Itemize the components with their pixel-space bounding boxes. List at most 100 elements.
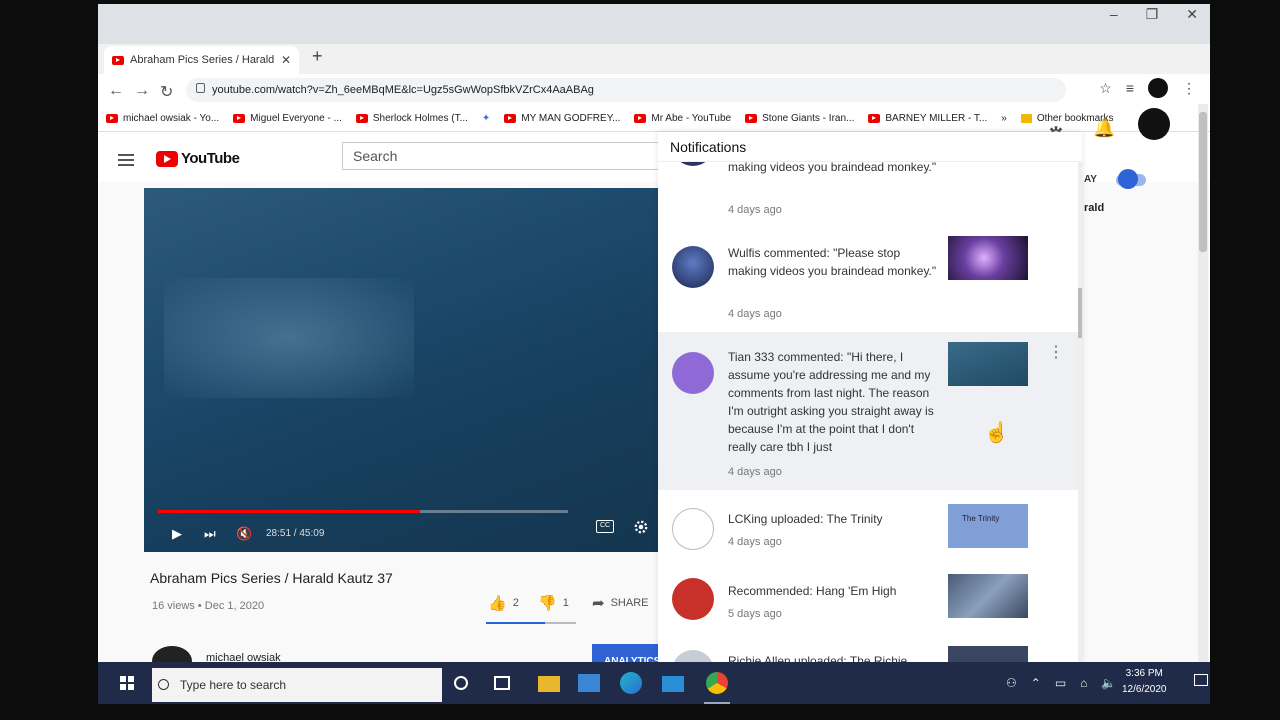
video-player[interactable]	[144, 188, 664, 552]
taskbar-clock[interactable]: 3:36 PM 12/6/2020	[1122, 666, 1167, 698]
action-center-icon[interactable]	[1194, 674, 1208, 686]
chrome-taskbar-icon[interactable]	[706, 672, 728, 694]
tab-strip	[98, 4, 1210, 44]
profile-avatar[interactable]	[1148, 78, 1168, 98]
thumbs-down-icon: 👎	[538, 595, 557, 612]
network-icon[interactable]: ⌂	[1080, 676, 1087, 690]
mail-icon[interactable]	[662, 676, 684, 692]
battery-icon[interactable]: ▭	[1055, 676, 1066, 690]
youtube-favicon-icon	[504, 114, 517, 123]
window-controls: – ❐ ✕	[1110, 6, 1198, 23]
address-bar[interactable]: youtube.com/watch?v=Zh_6eeMBqME&lc=Ugz5s…	[186, 78, 1066, 102]
notification-time: 5 days ago	[728, 608, 782, 620]
minimize-icon[interactable]: –	[1110, 6, 1118, 23]
page-scroll-thumb[interactable]	[1199, 112, 1207, 252]
notification-thumbnail	[948, 574, 1028, 618]
notification-item[interactable]: Wulfis commented: "Please stop making vi…	[658, 232, 1082, 332]
notification-item[interactable]: Richie Allen uploaded: The Richie	[658, 646, 1082, 662]
volume-icon[interactable]: 🔈	[1101, 676, 1116, 690]
like-ratio-bar	[486, 622, 576, 624]
reload-icon[interactable]: ↻	[160, 82, 173, 102]
bookmark-item[interactable]: michael owsiak - Yo...	[106, 113, 219, 124]
youtube-logo[interactable]: YouTube	[156, 150, 240, 167]
autoplay-knob[interactable]	[1118, 169, 1138, 189]
chrome-menu-icon[interactable]: ⋮	[1182, 80, 1196, 97]
notification-item[interactable]: Recommended: Hang 'Em High 5 days ago	[658, 572, 1082, 642]
windows-start-icon[interactable]	[120, 676, 134, 690]
menu-icon[interactable]	[118, 154, 134, 166]
bookmark-item[interactable]: Mr Abe - YouTube	[634, 113, 731, 124]
task-view-icon[interactable]	[494, 676, 510, 690]
notification-avatar	[672, 578, 714, 620]
notifications-panel: making videos you braindead monkey." 4 d…	[658, 132, 1082, 662]
close-window-icon[interactable]: ✕	[1186, 6, 1198, 23]
people-icon[interactable]: ⚇	[1006, 676, 1017, 690]
search-input[interactable]: Search	[342, 142, 672, 170]
new-tab-button[interactable]: +	[312, 46, 323, 67]
bookmark-item[interactable]: Miguel Everyone - ...	[233, 113, 342, 124]
notification-avatar	[672, 246, 714, 288]
maximize-icon[interactable]: ❐	[1146, 6, 1159, 23]
youtube-favicon-icon	[868, 114, 881, 123]
bookmarks-bar: michael owsiak - Yo... Miguel Everyone -…	[98, 106, 1210, 132]
notification-text: Wulfis commented: "Please stop making vi…	[728, 246, 937, 278]
store-icon[interactable]	[578, 674, 600, 692]
upnext-title[interactable]: rald	[1084, 202, 1104, 214]
notification-time: 4 days ago	[728, 466, 782, 478]
bookmark-star-icon[interactable]: ☆	[1099, 80, 1112, 97]
file-explorer-icon[interactable]	[538, 676, 560, 692]
like-button[interactable]: 👍 2	[488, 594, 519, 612]
url-text: youtube.com/watch?v=Zh_6eeMBqME&lc=Ugz5s…	[212, 84, 594, 96]
back-icon[interactable]: ←	[108, 82, 124, 100]
notifications-scrollbar[interactable]	[1078, 162, 1082, 662]
notification-time: 4 days ago	[728, 308, 782, 320]
forward-icon[interactable]: →	[134, 82, 150, 100]
youtube-favicon-icon	[233, 114, 246, 123]
video-meta: 16 views • Dec 1, 2020	[152, 600, 265, 612]
bookmark-item[interactable]: Stone Giants - Iran...	[745, 113, 854, 124]
bookmarks-overflow[interactable]: »	[1001, 113, 1007, 124]
taskbar-search-input[interactable]: Type here to search	[152, 668, 442, 702]
notification-text: Richie Allen uploaded: The Richie	[728, 654, 908, 662]
like-ratio-fill	[486, 622, 546, 624]
youtube-favicon-icon	[112, 55, 124, 65]
next-icon[interactable]: ⏭	[204, 526, 216, 542]
play-icon[interactable]: ▶	[172, 526, 182, 542]
clock-time: 3:36 PM	[1125, 668, 1163, 679]
chevron-up-icon[interactable]: ⌃	[1031, 676, 1041, 690]
more-options-icon[interactable]: ⋮	[1048, 342, 1064, 362]
reading-list-icon[interactable]: ≡	[1126, 80, 1134, 96]
notification-item[interactable]: LCKing uploaded: The Trinity 4 days ago …	[658, 500, 1082, 566]
tab-close-icon[interactable]: ✕	[281, 53, 291, 67]
bookmark-item[interactable]: MY MAN GODFREY...	[504, 113, 620, 124]
tab-title: Abraham Pics Series / Harald Kaut	[130, 54, 277, 66]
puzzle-icon: ✦	[481, 113, 491, 124]
notification-text: Tian 333 commented: "Hi there, I assume …	[728, 350, 934, 454]
player-settings-icon[interactable]	[632, 518, 650, 536]
video-progress-bar[interactable]	[158, 510, 568, 513]
edge-icon[interactable]	[620, 672, 642, 694]
bookmark-item[interactable]: BARNEY MILLER - T...	[868, 113, 987, 124]
browser-tab[interactable]: Abraham Pics Series / Harald Kaut ✕	[104, 46, 299, 74]
share-button[interactable]: ➦ SHARE	[592, 594, 648, 612]
hand-cursor-icon: ☝	[984, 422, 1009, 444]
account-avatar[interactable]	[1138, 108, 1170, 140]
youtube-logo-icon	[156, 150, 178, 167]
clock-date: 12/6/2020	[1122, 684, 1167, 695]
cortana-icon[interactable]	[454, 676, 468, 690]
bookmark-item[interactable]: ✦	[482, 113, 490, 124]
folder-icon	[1020, 114, 1032, 123]
mute-icon[interactable]: 🔇	[236, 526, 252, 542]
system-tray: ⚇ ⌃ ▭ ⌂ 🔈	[1006, 676, 1116, 690]
bookmark-item[interactable]: Sherlock Holmes (T...	[355, 113, 468, 124]
notifications-scroll-thumb[interactable]	[1078, 288, 1082, 338]
notification-item[interactable]: Tian 333 commented: "Hi there, I assume …	[658, 332, 1082, 490]
video-frame	[164, 278, 414, 398]
video-timecode: 28:51 / 45:09	[266, 528, 325, 539]
screen: Abraham Pics Series / Harald Kaut ✕ + – …	[98, 4, 1210, 704]
dislike-button[interactable]: 👎 1	[538, 594, 569, 612]
youtube-favicon-icon	[745, 114, 758, 123]
captions-icon[interactable]: CC	[596, 520, 614, 533]
bell-icon[interactable]: 🔔	[1093, 118, 1115, 139]
youtube-favicon-icon	[634, 114, 647, 123]
